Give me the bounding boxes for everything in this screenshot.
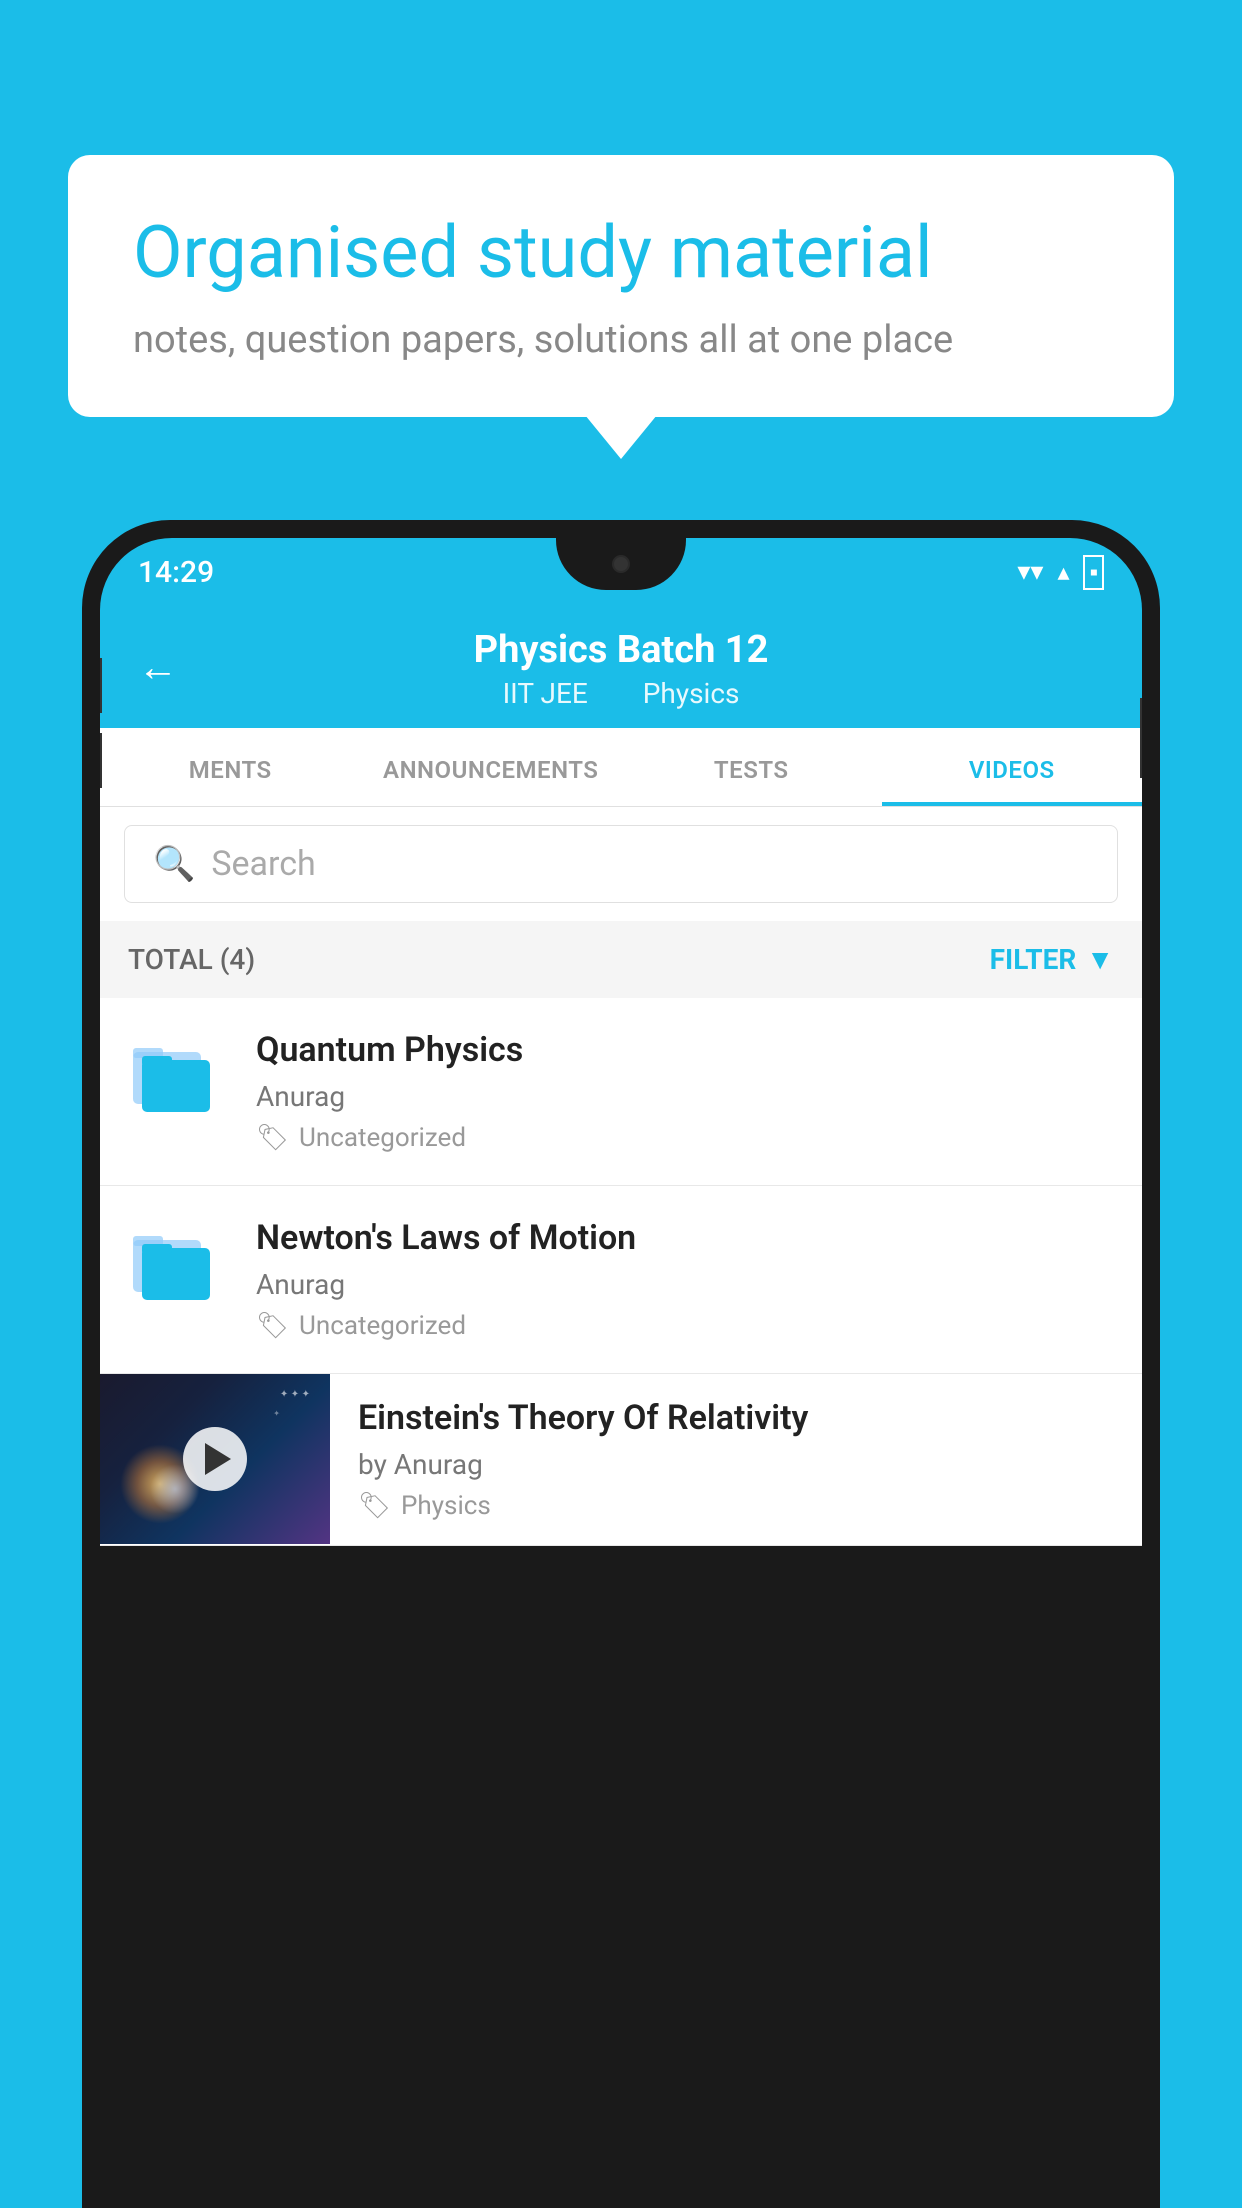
subtitle-physics: Physics — [643, 677, 740, 710]
wifi-icon: ▾▾ — [1017, 557, 1043, 587]
play-triangle-icon — [205, 1443, 231, 1475]
list-item[interactable]: ✦ ✦ ✦ ✦ Einstein's Theory Of Relativity … — [100, 1374, 1142, 1546]
filter-bar: TOTAL (4) FILTER ▼ — [100, 921, 1142, 998]
video-title: Newton's Laws of Motion — [256, 1218, 1114, 1258]
folder-icon — [128, 1218, 218, 1308]
tag-icon: 🏷 — [358, 1491, 391, 1521]
video-thumbnail: ✦ ✦ ✦ ✦ — [100, 1374, 330, 1544]
tab-videos[interactable]: VIDEOS — [882, 728, 1143, 806]
list-item[interactable]: Newton's Laws of Motion Anurag 🏷 Uncateg… — [100, 1186, 1142, 1374]
notch — [556, 538, 686, 590]
search-placeholder: Search — [211, 844, 315, 884]
video-author: by Anurag — [358, 1448, 1114, 1481]
search-bar[interactable]: 🔍 Search — [124, 825, 1118, 903]
video-title: Quantum Physics — [256, 1030, 1114, 1070]
search-bar-container: 🔍 Search — [100, 807, 1142, 921]
video-title: Einstein's Theory Of Relativity — [358, 1398, 1114, 1438]
camera-dot — [612, 555, 630, 573]
status-bar: 14:29 ▾▾ ▴ ▪ — [100, 538, 1142, 606]
folder-icon — [128, 1030, 218, 1120]
video-info: Newton's Laws of Motion Anurag 🏷 Uncateg… — [256, 1218, 1114, 1341]
phone-inner: 14:29 ▾▾ ▴ ▪ ← Physics Batch 12 IIT JEE … — [100, 538, 1142, 2208]
tag-icon: 🏷 — [256, 1311, 289, 1341]
header-title: Physics Batch 12 — [474, 628, 769, 672]
video-info: Einstein's Theory Of Relativity by Anura… — [358, 1374, 1114, 1545]
filter-button[interactable]: FILTER ▼ — [990, 943, 1114, 976]
tag-icon: 🏷 — [256, 1123, 289, 1153]
battery-icon: ▪ — [1083, 555, 1104, 590]
app-header: ← Physics Batch 12 IIT JEE Physics — [100, 606, 1142, 728]
tabs-bar: MENTS ANNOUNCEMENTS TESTS VIDEOS — [100, 728, 1142, 807]
back-button[interactable]: ← — [138, 644, 178, 691]
search-icon: 🔍 — [153, 844, 195, 884]
tab-announcements[interactable]: ANNOUNCEMENTS — [361, 728, 622, 806]
tab-ments[interactable]: MENTS — [100, 728, 361, 806]
signal-icon: ▴ — [1057, 558, 1069, 586]
play-button[interactable] — [183, 1427, 247, 1491]
status-time: 14:29 — [138, 555, 214, 590]
tab-tests[interactable]: TESTS — [621, 728, 882, 806]
bubble-title: Organised study material — [133, 210, 1109, 296]
speech-bubble: Organised study material notes, question… — [68, 155, 1174, 417]
header-subtitle: IIT JEE Physics — [491, 677, 752, 710]
folder-icon-container — [128, 1218, 228, 1312]
list-item[interactable]: Quantum Physics Anurag 🏷 Uncategorized — [100, 998, 1142, 1186]
speech-bubble-container: Organised study material notes, question… — [68, 155, 1174, 417]
video-author: Anurag — [256, 1080, 1114, 1113]
filter-funnel-icon: ▼ — [1086, 943, 1114, 976]
status-icons: ▾▾ ▴ ▪ — [1017, 555, 1104, 590]
video-tag: 🏷 Uncategorized — [256, 1311, 1114, 1341]
video-info: Quantum Physics Anurag 🏷 Uncategorized — [256, 1030, 1114, 1153]
phone-frame: 14:29 ▾▾ ▴ ▪ ← Physics Batch 12 IIT JEE … — [82, 520, 1160, 2208]
subtitle-iitjee: IIT JEE — [503, 677, 588, 710]
video-tag: 🏷 Uncategorized — [256, 1123, 1114, 1153]
video-tag: 🏷 Physics — [358, 1491, 1114, 1521]
folder-icon-container — [128, 1030, 228, 1124]
content-area: Quantum Physics Anurag 🏷 Uncategorized — [100, 998, 1142, 1546]
bubble-subtitle: notes, question papers, solutions all at… — [133, 318, 1109, 362]
total-count: TOTAL (4) — [128, 943, 255, 976]
video-author: Anurag — [256, 1268, 1114, 1301]
